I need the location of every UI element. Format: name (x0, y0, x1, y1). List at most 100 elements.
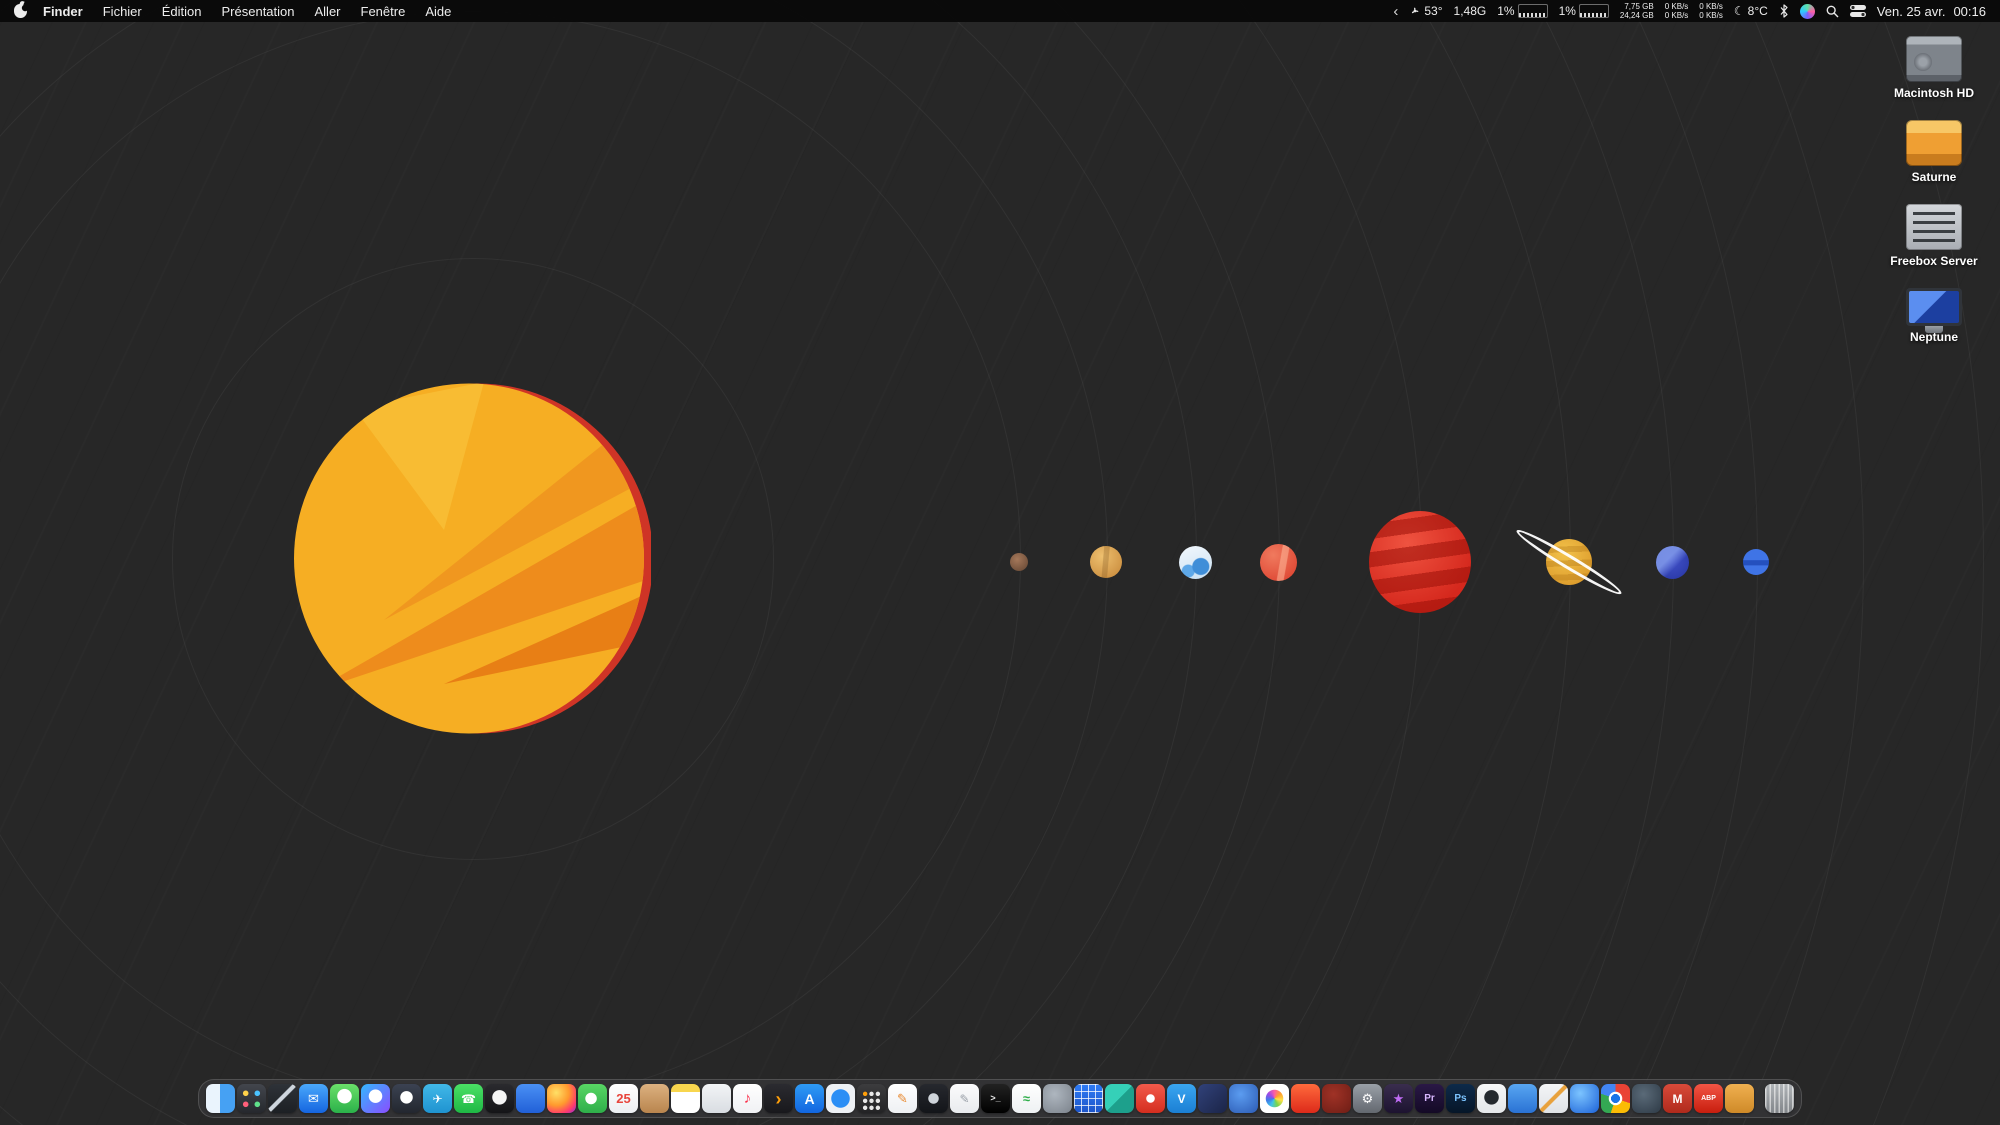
menu-item-édition[interactable]: Édition (152, 4, 212, 19)
dock-app-github[interactable] (1477, 1084, 1506, 1113)
dock-app-quicktime[interactable] (919, 1084, 948, 1113)
dock-app-pencil-dark[interactable] (268, 1084, 297, 1113)
net1-up-value: 0 KB/s (1665, 2, 1689, 11)
fan-temp-status[interactable]: 53° (1409, 4, 1442, 18)
dock-app-adblock[interactable]: ABP (1694, 1084, 1723, 1113)
planet-earth (1179, 546, 1212, 579)
dock-app-telegram[interactable]: ✈ (423, 1084, 452, 1113)
dock: ✉ ✈☎ 25 ♪ ›A ✎ ✎ >_ ≈ V ⚙ ★ Pr Ps MABP (198, 1079, 1802, 1118)
fan-temp-value: 53° (1424, 4, 1442, 18)
dock-app-pages[interactable]: ✎ (888, 1084, 917, 1113)
dock-app-blue-globe[interactable] (1570, 1084, 1599, 1113)
hidden-items-chevron[interactable]: ‹ (1393, 3, 1398, 20)
dock-app-arrow-orange[interactable]: › (764, 1084, 793, 1113)
control-center-status[interactable] (1850, 5, 1866, 17)
dock-app-blue-app[interactable] (516, 1084, 545, 1113)
network-status-1[interactable]: 0 KB/s 0 KB/s (1665, 2, 1689, 20)
dock-app-red-m[interactable]: M (1663, 1084, 1692, 1113)
menu-item-présentation[interactable]: Présentation (212, 4, 305, 19)
activity-monitor-glyph: ≈ (1023, 1092, 1030, 1105)
dock-app-navy-app[interactable] (1198, 1084, 1227, 1113)
disk-read-value: 7,75 GB (1624, 2, 1653, 11)
menu-item-aller[interactable]: Aller (305, 4, 351, 19)
desktop-icon-display[interactable]: Neptune (1874, 288, 1994, 344)
dock-app-app-store[interactable]: A (795, 1084, 824, 1113)
calendar-glyph: 25 (616, 1092, 630, 1105)
desktop-icon-internal-drive[interactable]: Macintosh HD (1874, 36, 1994, 100)
network-status-2[interactable]: 0 KB/s 0 KB/s (1699, 2, 1723, 20)
apple-menu-icon[interactable] (14, 4, 27, 18)
imovie-glyph: ★ (1393, 1092, 1405, 1105)
music-glyph: ♪ (744, 1091, 752, 1106)
memory-status[interactable]: 1,48G (1454, 4, 1487, 18)
photoshop-glyph: Ps (1454, 1094, 1466, 1104)
dock-app-orange-drive[interactable] (1725, 1084, 1754, 1113)
terminal-glyph: >_ (990, 1094, 1000, 1103)
dock-app-whatsapp[interactable]: ☎ (454, 1084, 483, 1113)
planets (0, 0, 2000, 1125)
dock-app-settings[interactable]: ⚙ (1353, 1084, 1382, 1113)
dock-app-firefox[interactable] (547, 1084, 576, 1113)
net2-up-value: 0 KB/s (1699, 2, 1723, 11)
gpu-graph (1579, 4, 1609, 18)
dock-app-safari[interactable] (826, 1084, 855, 1113)
gpu-value: 1% (1559, 4, 1576, 18)
dock-app-teal-box[interactable] (1105, 1084, 1134, 1113)
dock-app-tan-app[interactable] (640, 1084, 669, 1113)
dock-app-photoshop[interactable]: Ps (1446, 1084, 1475, 1113)
dock-app-mail[interactable]: ✉ (299, 1084, 328, 1113)
menu-item-aide[interactable]: Aide (415, 4, 461, 19)
dock-app-activity-monitor[interactable]: ≈ (1012, 1084, 1041, 1113)
dock-app-gray-app[interactable] (1043, 1084, 1072, 1113)
dock-app-terminal[interactable]: >_ (981, 1084, 1010, 1113)
dock-app-grid-blue[interactable] (1074, 1084, 1103, 1113)
planet-jupiter (1369, 511, 1471, 613)
dock-app-finder[interactable] (206, 1084, 235, 1113)
dock-app-chrome[interactable] (1601, 1084, 1630, 1113)
cpu-value: 1% (1497, 4, 1514, 18)
menu-item-finder[interactable]: Finder (33, 4, 93, 19)
menu-bar: FinderFichierÉditionPrésentationAllerFen… (0, 0, 2000, 22)
dock-app-photos[interactable] (1260, 1084, 1289, 1113)
dock-app-calculator[interactable] (857, 1084, 886, 1113)
dock-app-steam-gray[interactable] (1632, 1084, 1661, 1113)
dock-app-blue-folder[interactable] (1508, 1084, 1537, 1113)
desktop: Macintosh HD Saturne Freebox Server Neptune… (0, 0, 2000, 1125)
dock-app-snapchat[interactable] (485, 1084, 514, 1113)
bluetooth-status[interactable] (1779, 4, 1789, 18)
menu-clock[interactable]: Ven. 25 avr. 00:16 (1877, 4, 1986, 19)
dock-app-imovie[interactable]: ★ (1384, 1084, 1413, 1113)
planet-neptune (1743, 549, 1769, 575)
spotlight-status[interactable] (1826, 5, 1839, 18)
dock-app-display-blue[interactable] (1229, 1084, 1258, 1113)
dock-app-v-blue[interactable]: V (1167, 1084, 1196, 1113)
gpu-status[interactable]: 1% (1559, 4, 1609, 18)
premiere-glyph: Pr (1424, 1094, 1435, 1104)
dock-app-textedit[interactable]: ✎ (950, 1084, 979, 1113)
dock-app-facetime[interactable] (578, 1084, 607, 1113)
menu-item-fenêtre[interactable]: Fenêtre (351, 4, 416, 19)
dock-app-brush-app[interactable] (1539, 1084, 1568, 1113)
dock-app-messenger[interactable] (361, 1084, 390, 1113)
menu-item-fichier[interactable]: Fichier (93, 4, 152, 19)
desktop-icon-external-drive-orange[interactable]: Saturne (1874, 120, 1994, 184)
dock-app-calendar[interactable]: 25 (609, 1084, 638, 1113)
weather-status[interactable]: ☾ 8°C (1734, 4, 1768, 18)
desktop-icon-server[interactable]: Freebox Server (1874, 204, 1994, 268)
dock-app-messages[interactable] (330, 1084, 359, 1113)
dock-app-discord[interactable] (392, 1084, 421, 1113)
dock-app-trash[interactable] (1765, 1084, 1794, 1113)
disk-status[interactable]: 7,75 GB 24,24 GB (1620, 2, 1654, 20)
dock-app-launchpad[interactable] (237, 1084, 266, 1113)
cpu-status[interactable]: 1% (1497, 4, 1547, 18)
dock-app-music[interactable]: ♪ (733, 1084, 762, 1113)
dock-app-premiere[interactable]: Pr (1415, 1084, 1444, 1113)
dock-app-dark-red-app[interactable] (1322, 1084, 1351, 1113)
pages-glyph: ✎ (897, 1092, 908, 1105)
siri-icon[interactable] (1800, 4, 1815, 19)
dock-app-orange-red-app[interactable] (1291, 1084, 1320, 1113)
dock-app-notes[interactable] (671, 1084, 700, 1113)
cpu-graph (1518, 4, 1548, 18)
dock-app-files-light[interactable] (702, 1084, 731, 1113)
dock-app-red-round[interactable] (1136, 1084, 1165, 1113)
